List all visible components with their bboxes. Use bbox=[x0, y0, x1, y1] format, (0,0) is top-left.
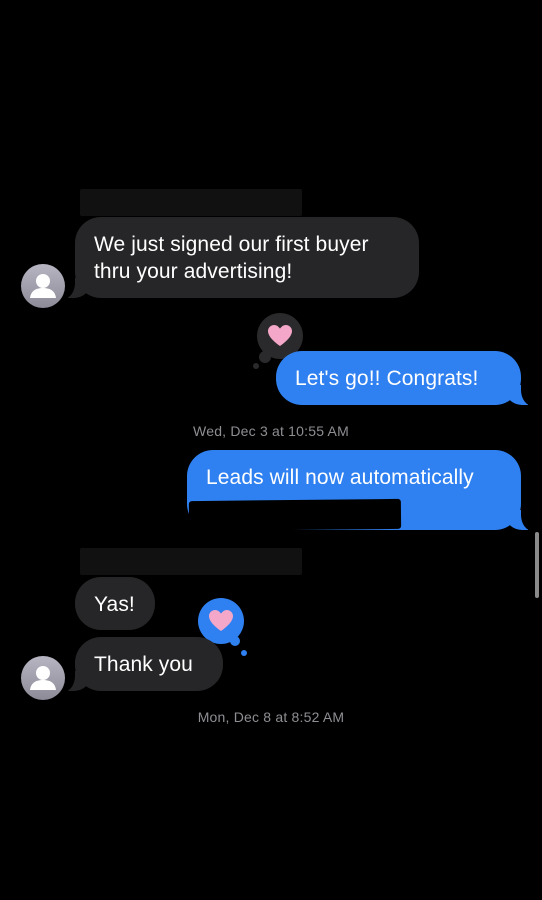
timestamp: Wed, Dec 3 at 10:55 AM bbox=[193, 423, 349, 439]
redacted-name-bar bbox=[80, 189, 302, 216]
person-silhouette-icon bbox=[30, 666, 56, 690]
person-silhouette-icon bbox=[30, 274, 56, 298]
message-text: Yas! bbox=[94, 593, 135, 616]
contact-avatar[interactable] bbox=[21, 656, 65, 700]
message-bubble-incoming[interactable]: Thank you bbox=[59, 637, 223, 692]
message-text: Leads will now automatically bbox=[206, 466, 474, 489]
scroll-indicator[interactable] bbox=[535, 532, 539, 598]
message-text: We just signed our first buyer thru your… bbox=[94, 233, 369, 283]
bubble-tail bbox=[59, 277, 90, 299]
message-bubble-incoming[interactable]: Yas! bbox=[75, 577, 155, 630]
message-bubble-incoming[interactable]: We just signed our first buyer thru your… bbox=[59, 217, 419, 299]
timestamp: Mon, Dec 8 at 8:52 AM bbox=[197, 709, 345, 725]
message-bubble-outgoing[interactable]: Let's go!! Congrats! bbox=[276, 351, 537, 406]
bubble-tail bbox=[506, 509, 537, 531]
messages-screen: { "conversation": { "messages": [ { "sen… bbox=[0, 0, 542, 900]
redaction-scribble bbox=[188, 498, 402, 532]
message-text: Thank you bbox=[94, 653, 193, 676]
bubble-tail bbox=[59, 670, 90, 692]
redacted-name-bar bbox=[80, 548, 302, 575]
bubble-tail bbox=[506, 384, 537, 406]
contact-avatar[interactable] bbox=[21, 264, 65, 308]
heart-reaction-badge[interactable] bbox=[198, 598, 247, 656]
message-text: Let's go!! Congrats! bbox=[295, 367, 479, 390]
